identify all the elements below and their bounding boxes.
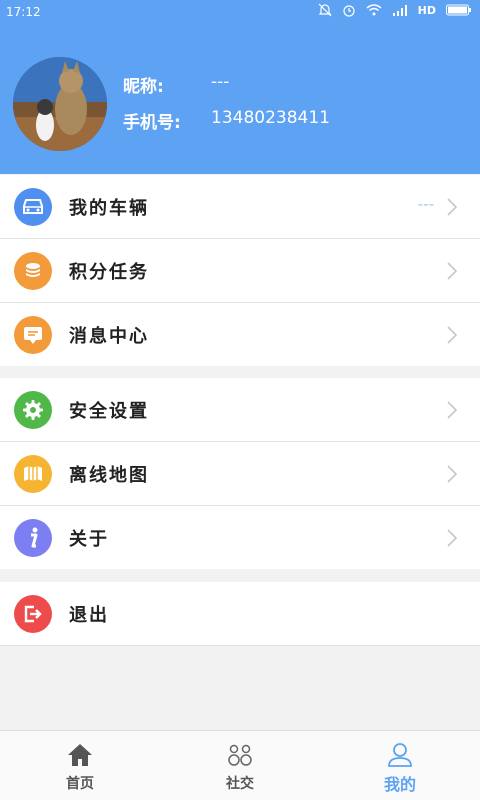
menu-group-settings: 安全设置 离线地图 关于 (0, 378, 480, 569)
coins-icon (14, 251, 52, 290)
nav-tab-label: 社交 (226, 776, 254, 792)
avatar-image (13, 57, 107, 151)
app-root: 17:12 HD 昵称: --- 手机号: 13480238411 我的车辆 -… (0, 0, 480, 800)
menu-item-about[interactable]: 关于 (0, 506, 480, 569)
nav-tab-home[interactable]: 首页 (0, 731, 160, 800)
gear-icon (14, 390, 52, 429)
info-icon (14, 518, 52, 557)
menu-item-my-vehicle[interactable]: 我的车辆 --- (0, 175, 480, 239)
menu-item-offline-map[interactable]: 离线地图 (0, 442, 480, 506)
profile-header: 17:12 HD 昵称: --- 手机号: 13480238411 (0, 0, 480, 174)
chevron-right-icon (447, 529, 458, 547)
menu-item-logout[interactable]: 退出 (0, 582, 480, 646)
message-icon (14, 315, 52, 354)
status-icons: HD (318, 3, 472, 17)
phone-row: 手机号: 13480238411 (123, 108, 330, 133)
nav-tab-label: 我的 (383, 775, 416, 794)
nickname-label: 昵称: (123, 77, 164, 97)
menu-item-security-settings[interactable]: 安全设置 (0, 378, 480, 442)
menu-item-label: 退出 (69, 604, 109, 626)
status-time: 17:12 (6, 5, 41, 19)
menu-group-vehicle: 我的车辆 --- 积分任务 消息中心 (0, 175, 480, 366)
chevron-right-icon (447, 262, 458, 280)
phone-value: 13480238411 (211, 108, 330, 128)
avatar[interactable] (13, 57, 107, 151)
menu-item-label: 我的车辆 (69, 197, 149, 219)
person-icon (388, 743, 412, 767)
map-icon (14, 454, 52, 493)
menu-item-message-center[interactable]: 消息中心 (0, 303, 480, 366)
alarm-icon (343, 5, 355, 17)
nav-tab-social[interactable]: 社交 (160, 731, 320, 800)
wifi-icon (366, 4, 382, 16)
signal-icon (392, 5, 407, 16)
chevron-right-icon (447, 326, 458, 344)
logout-icon (14, 594, 52, 633)
menu-item-label: 离线地图 (69, 464, 149, 486)
chevron-right-icon (447, 401, 458, 419)
mute-icon (318, 3, 332, 17)
nav-tab-mine[interactable]: 我的 (320, 731, 480, 800)
vehicle-value: --- (417, 195, 434, 213)
menu-group-logout: 退出 (0, 582, 480, 646)
bottom-nav: 首页 社交 我的 (0, 730, 480, 800)
social-icon (228, 744, 252, 766)
nickname-row: 昵称: --- (123, 72, 229, 97)
battery-icon (446, 4, 471, 16)
car-icon (14, 187, 52, 226)
chevron-right-icon (447, 465, 458, 483)
menu-item-label: 关于 (69, 528, 109, 550)
home-icon (68, 744, 92, 766)
menu-item-points-tasks[interactable]: 积分任务 (0, 239, 480, 303)
menu-item-label: 安全设置 (69, 400, 149, 422)
network-type: HD (417, 3, 436, 17)
chevron-right-icon (447, 198, 458, 216)
nickname-value: --- (211, 72, 230, 92)
menu-item-label: 消息中心 (69, 325, 149, 347)
nav-tab-label: 首页 (66, 776, 94, 792)
phone-label: 手机号: (123, 113, 181, 133)
status-bar: 17:12 HD (0, 0, 480, 26)
menu-item-label: 积分任务 (69, 261, 149, 283)
